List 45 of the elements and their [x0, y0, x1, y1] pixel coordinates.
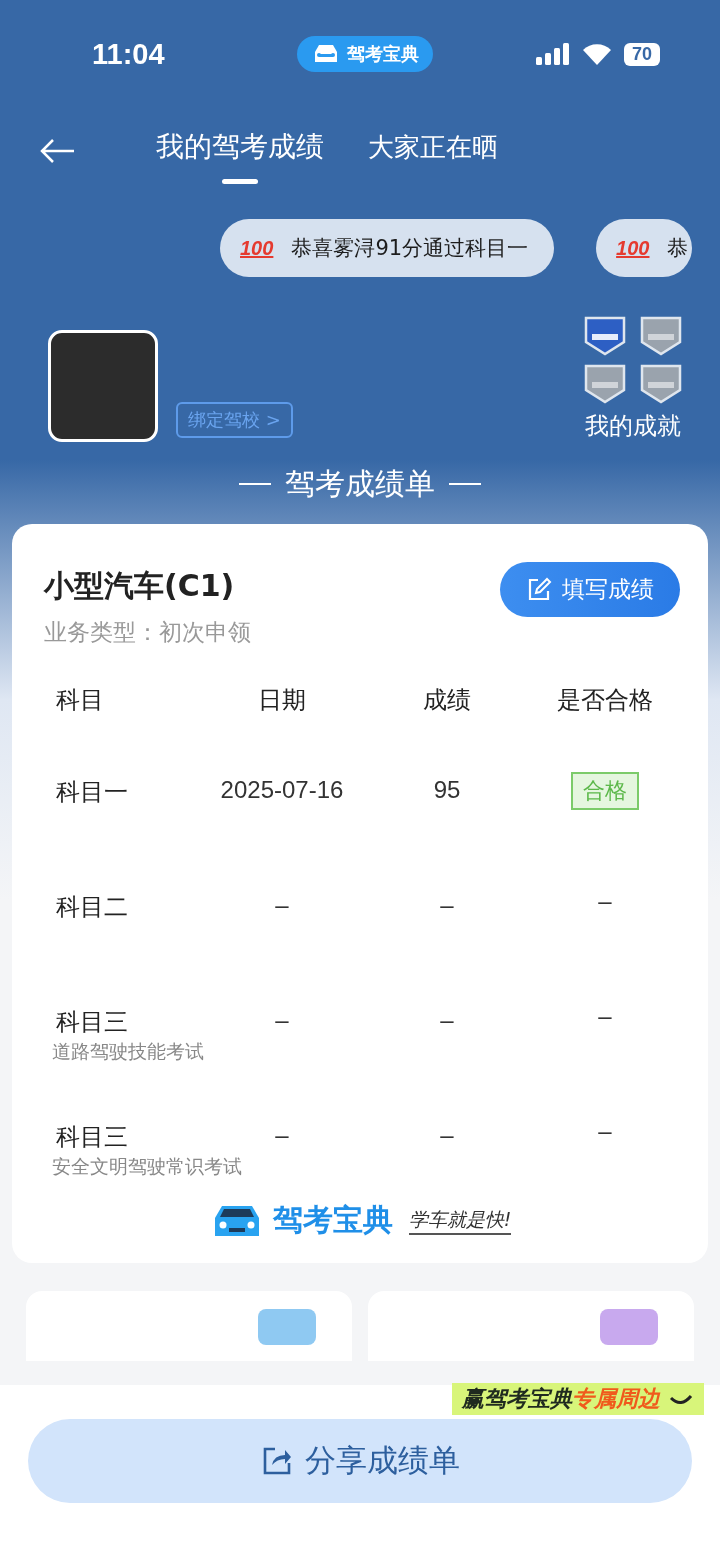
- ticker-text: 恭: [667, 235, 689, 262]
- section-title: 驾考成绩单: [285, 464, 435, 503]
- result-cell: –: [598, 1117, 612, 1145]
- result-cell: –: [598, 887, 612, 915]
- promo-text: 赢驾考宝典专属周边: [462, 1385, 662, 1413]
- subject-name: 科目一: [55, 777, 129, 808]
- subject-note: 安全文明驾驶常识考试: [51, 1154, 242, 1179]
- score-cell-text: –: [439, 1120, 455, 1149]
- status-time: 11:04: [92, 37, 165, 71]
- column-header: 是否合格: [556, 685, 654, 716]
- back-arrow-icon[interactable]: [40, 138, 76, 164]
- pass-tag: 合格: [571, 772, 639, 810]
- date-cell-text: –: [274, 1005, 290, 1034]
- business-type: 业务类型：初次申领: [44, 618, 251, 647]
- share-button[interactable]: 分享成绩单: [28, 1419, 692, 1503]
- signal-icon: [535, 43, 570, 65]
- fill-score-button[interactable]: 填写成绩: [500, 562, 680, 617]
- vehicle-type: 小型汽车(C1): [44, 567, 236, 605]
- tab[interactable]: 大家正在晒: [358, 118, 508, 184]
- column-header: 成绩: [422, 685, 472, 716]
- battery-level: 70: [623, 42, 660, 66]
- date-cell-text: –: [274, 890, 290, 919]
- score-cell-text: 95: [432, 775, 462, 804]
- promo-sticker[interactable]: 赢驾考宝典专属周边: [452, 1383, 704, 1415]
- column-header: 科目: [55, 685, 105, 716]
- hundred-points-label: 100: [616, 236, 650, 260]
- app-badge: 驾考宝典: [297, 36, 434, 72]
- date-cell-text: –: [274, 1120, 290, 1149]
- wifi-icon: [581, 43, 612, 65]
- score-cell-text: –: [439, 1005, 455, 1034]
- edit-icon: [526, 576, 552, 603]
- ticker-text: 恭喜雾浔91分通过科目一: [291, 235, 529, 262]
- achievements-label[interactable]: 我的成就: [585, 410, 681, 442]
- subject-name: 科目三: [55, 1122, 129, 1153]
- column-header: 日期: [257, 685, 307, 716]
- subject-note: 道路驾驶技能考试: [51, 1039, 204, 1064]
- brand-name: 驾考宝典: [272, 1201, 393, 1239]
- hundred-points-label: 100: [240, 236, 274, 260]
- brand-slogan: 学车就是快!: [408, 1206, 512, 1235]
- subject-name: 科目二: [55, 892, 129, 923]
- date-cell-text: 2025-07-16: [219, 775, 345, 804]
- score-cell-text: –: [439, 890, 455, 919]
- subject-name: 科目三: [55, 1007, 129, 1038]
- result-cell: –: [598, 1002, 612, 1030]
- tab[interactable]: 我的驾考成绩: [146, 118, 334, 184]
